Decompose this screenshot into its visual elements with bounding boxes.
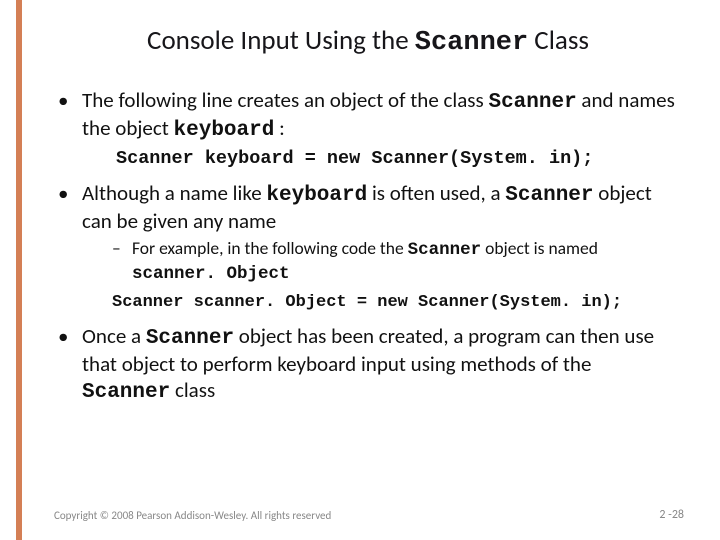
sub-bullet: For example, in the following code the S…	[82, 238, 684, 286]
slide-content: Console Input Using the Scanner Class Th…	[22, 0, 720, 540]
bullet-2-text: Although a name like keyboard is often u…	[82, 180, 652, 234]
copyright-footer: Copyright © 2008 Pearson Addison-Wesley.…	[54, 509, 331, 522]
bullet-1-code: Scanner keyboard = new Scanner(System. i…	[116, 147, 684, 171]
bullet-3-text: Once a Scanner object has been created, …	[82, 323, 654, 402]
bullet-1-text: The following line creates an object of …	[82, 87, 675, 141]
bullet-3: Once a Scanner object has been created, …	[52, 324, 684, 405]
sub-list: For example, in the following code the S…	[82, 238, 684, 286]
bullet-1: The following line creates an object of …	[52, 88, 684, 171]
title-pre: Console Input Using the	[147, 24, 415, 57]
bullet-list: The following line creates an object of …	[52, 88, 684, 405]
title-code: Scanner	[415, 28, 528, 58]
sub-code: Scanner scanner. Object = new Scanner(Sy…	[112, 292, 684, 314]
bullet-2: Although a name like keyboard is often u…	[52, 181, 684, 314]
page-number: 2 -28	[659, 508, 684, 522]
slide-title: Console Input Using the Scanner Class	[52, 24, 684, 58]
sub-bullet-text: For example, in the following code the S…	[132, 237, 598, 283]
title-post: Class	[528, 24, 589, 57]
